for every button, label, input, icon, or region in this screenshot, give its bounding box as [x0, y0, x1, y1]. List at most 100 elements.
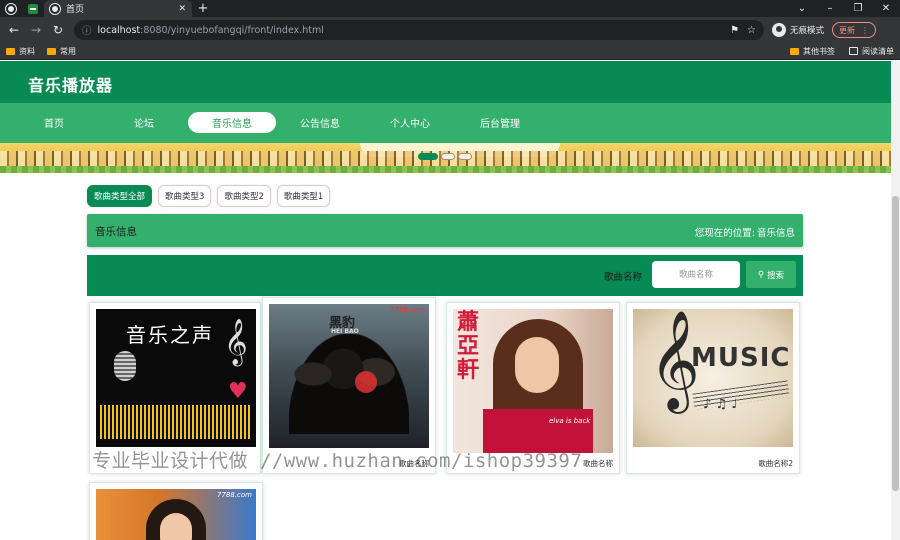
singer-face: [160, 513, 192, 540]
nav-forum[interactable]: 论坛: [100, 112, 188, 133]
song-card[interactable]: 7788.com: [89, 482, 263, 540]
profile-label: 无痕模式: [790, 26, 825, 36]
tab-green-sheet[interactable]: [22, 0, 44, 17]
browser-toolbar: ← → ↻ ⓘ localhost:8080/yinyuebofangqi/fr…: [0, 17, 900, 43]
section-title: 音乐信息: [95, 226, 137, 238]
album-cover: 𝄞 MUSIC ♪ ♫ ♩: [633, 309, 793, 447]
active-tab[interactable]: 首页 ✕: [44, 0, 192, 17]
forward-button[interactable]: →: [26, 20, 46, 40]
star-icon[interactable]: ☆: [747, 25, 756, 36]
music-player-float-icon[interactable]: [355, 371, 377, 393]
nav-announcements[interactable]: 公告信息: [276, 112, 364, 133]
search-bar: 歌曲名称 ⚲ 搜索: [87, 255, 803, 296]
search-button[interactable]: ⚲ 搜索: [746, 261, 796, 288]
incognito-profile[interactable]: 无痕模式: [772, 23, 824, 37]
cover-brand: 7788.com: [217, 491, 252, 499]
song-name-search-input[interactable]: [652, 261, 740, 288]
search-button-label: 搜索: [767, 270, 785, 281]
nav-admin[interactable]: 后台管理: [456, 112, 544, 133]
update-button[interactable]: 更新 ⋮: [832, 22, 877, 38]
song-card[interactable]: 音乐之声 𝄞 ♥: [89, 302, 261, 474]
folder-icon: [6, 47, 15, 55]
back-button[interactable]: ←: [4, 20, 24, 40]
close-icon[interactable]: ✕: [178, 4, 186, 14]
sheet-icon: [28, 3, 38, 14]
minimize-button[interactable]: –: [816, 0, 844, 17]
bookmark-folder[interactable]: 常用: [47, 46, 76, 57]
reload-button[interactable]: ↻: [48, 20, 68, 40]
microphone-icon: [114, 351, 136, 381]
other-bookmarks[interactable]: 其他书签: [790, 46, 835, 57]
reading-list[interactable]: 阅读清单: [849, 46, 894, 57]
browser-tabbar: 首页 ✕ + ⌄ – ❐ ✕: [0, 0, 900, 17]
carousel-dot[interactable]: [441, 153, 455, 160]
more-icon: ⋮: [861, 25, 870, 35]
song-card[interactable]: 7788.com 黑豹 HEI BAO 歌曲名称: [262, 297, 436, 474]
carousel-dots: [418, 153, 472, 160]
close-window-button[interactable]: ✕: [872, 0, 900, 17]
search-label: 歌曲名称: [604, 272, 643, 283]
restore-button[interactable]: ❐: [844, 0, 872, 17]
tab-incognito-globe[interactable]: [0, 0, 22, 17]
site-title: 音乐播放器: [28, 76, 114, 95]
bookmarks-bar: 资料 常用 其他书签 阅读清单: [0, 43, 900, 60]
new-tab-button[interactable]: +: [194, 0, 212, 17]
cover-text: 蕭亞軒: [457, 310, 480, 383]
url-text: localhost:8080/yinyuebofangqi/front/inde…: [97, 24, 324, 36]
cover-brand: 7788.com: [390, 306, 425, 314]
page-scrollbar[interactable]: [891, 61, 900, 540]
band-photo: [289, 334, 409, 434]
category-type1[interactable]: 歌曲类型1: [276, 185, 331, 207]
reading-list-icon: [849, 47, 858, 55]
tab-title: 首页: [66, 5, 85, 15]
album-cover: 7788.com: [96, 489, 256, 540]
song-name: 歌曲名称: [583, 459, 613, 468]
globe-icon: [49, 2, 61, 15]
heart-icon: ♥: [228, 379, 248, 404]
cover-text: 音乐之声: [126, 323, 214, 347]
nav-home[interactable]: 首页: [10, 112, 98, 133]
incognito-icon: [772, 23, 786, 37]
music-notes-icon: ♪ ♫ ♩: [703, 397, 738, 412]
treble-clef-icon: 𝄞: [224, 319, 248, 365]
category-filter: 歌曲类型全部 歌曲类型3 歌曲类型2 歌曲类型1: [87, 185, 331, 207]
album-cover: 蕭亞軒 elva is back: [453, 309, 613, 453]
category-type3[interactable]: 歌曲类型3: [158, 185, 212, 207]
update-label: 更新: [839, 25, 856, 35]
globe-icon: [5, 2, 17, 15]
album-cover: 音乐之声 𝄞 ♥: [96, 309, 256, 447]
song-name: 歌曲名称: [399, 459, 429, 468]
carousel-dot[interactable]: [458, 153, 472, 160]
breadcrumb: 音乐信息 您现在的位置: 音乐信息: [87, 214, 803, 247]
translate-icon[interactable]: ⚑: [730, 25, 739, 36]
folder-icon: [790, 47, 799, 55]
tab-search-chevron-icon[interactable]: ⌄: [788, 0, 816, 17]
bookmark-folder[interactable]: 资料: [6, 46, 35, 57]
nav-music-info[interactable]: 音乐信息: [188, 112, 276, 133]
site-nav: 首页 论坛 音乐信息 公告信息 个人中心 后台管理: [0, 103, 891, 143]
category-all[interactable]: 歌曲类型全部: [87, 185, 153, 207]
address-bar[interactable]: ⓘ localhost:8080/yinyuebofangqi/front/in…: [74, 20, 764, 40]
window-controls: ⌄ – ❐ ✕: [788, 0, 900, 17]
category-type2[interactable]: 歌曲类型2: [217, 185, 271, 207]
singer-clothing: [483, 409, 593, 453]
waveform-graphic: [100, 405, 250, 439]
carousel-dot[interactable]: [418, 153, 438, 160]
nav-personal-center[interactable]: 个人中心: [366, 112, 454, 133]
location-label: 您现在的位置:: [694, 228, 755, 239]
cover-text: MUSIC: [691, 343, 791, 373]
location-link[interactable]: 音乐信息: [757, 225, 795, 239]
folder-icon: [47, 47, 56, 55]
search-icon: ⚲: [757, 269, 765, 280]
singer-face: [515, 337, 559, 393]
song-card[interactable]: 蕭亞軒 elva is back 歌曲名称: [446, 302, 620, 474]
info-icon[interactable]: ⓘ: [82, 23, 92, 37]
song-card[interactable]: 𝄞 MUSIC ♪ ♫ ♩ 歌曲名称2: [626, 302, 800, 474]
cover-subtext: elva is back: [549, 417, 591, 425]
album-cover: 7788.com 黑豹 HEI BAO: [269, 304, 429, 448]
song-name: 歌曲名称2: [758, 459, 793, 468]
banner-grass: [0, 166, 891, 173]
scrollbar-thumb[interactable]: [892, 196, 899, 491]
current-location: 您现在的位置: 音乐信息: [695, 225, 795, 239]
site-header: 音乐播放器: [0, 61, 891, 103]
